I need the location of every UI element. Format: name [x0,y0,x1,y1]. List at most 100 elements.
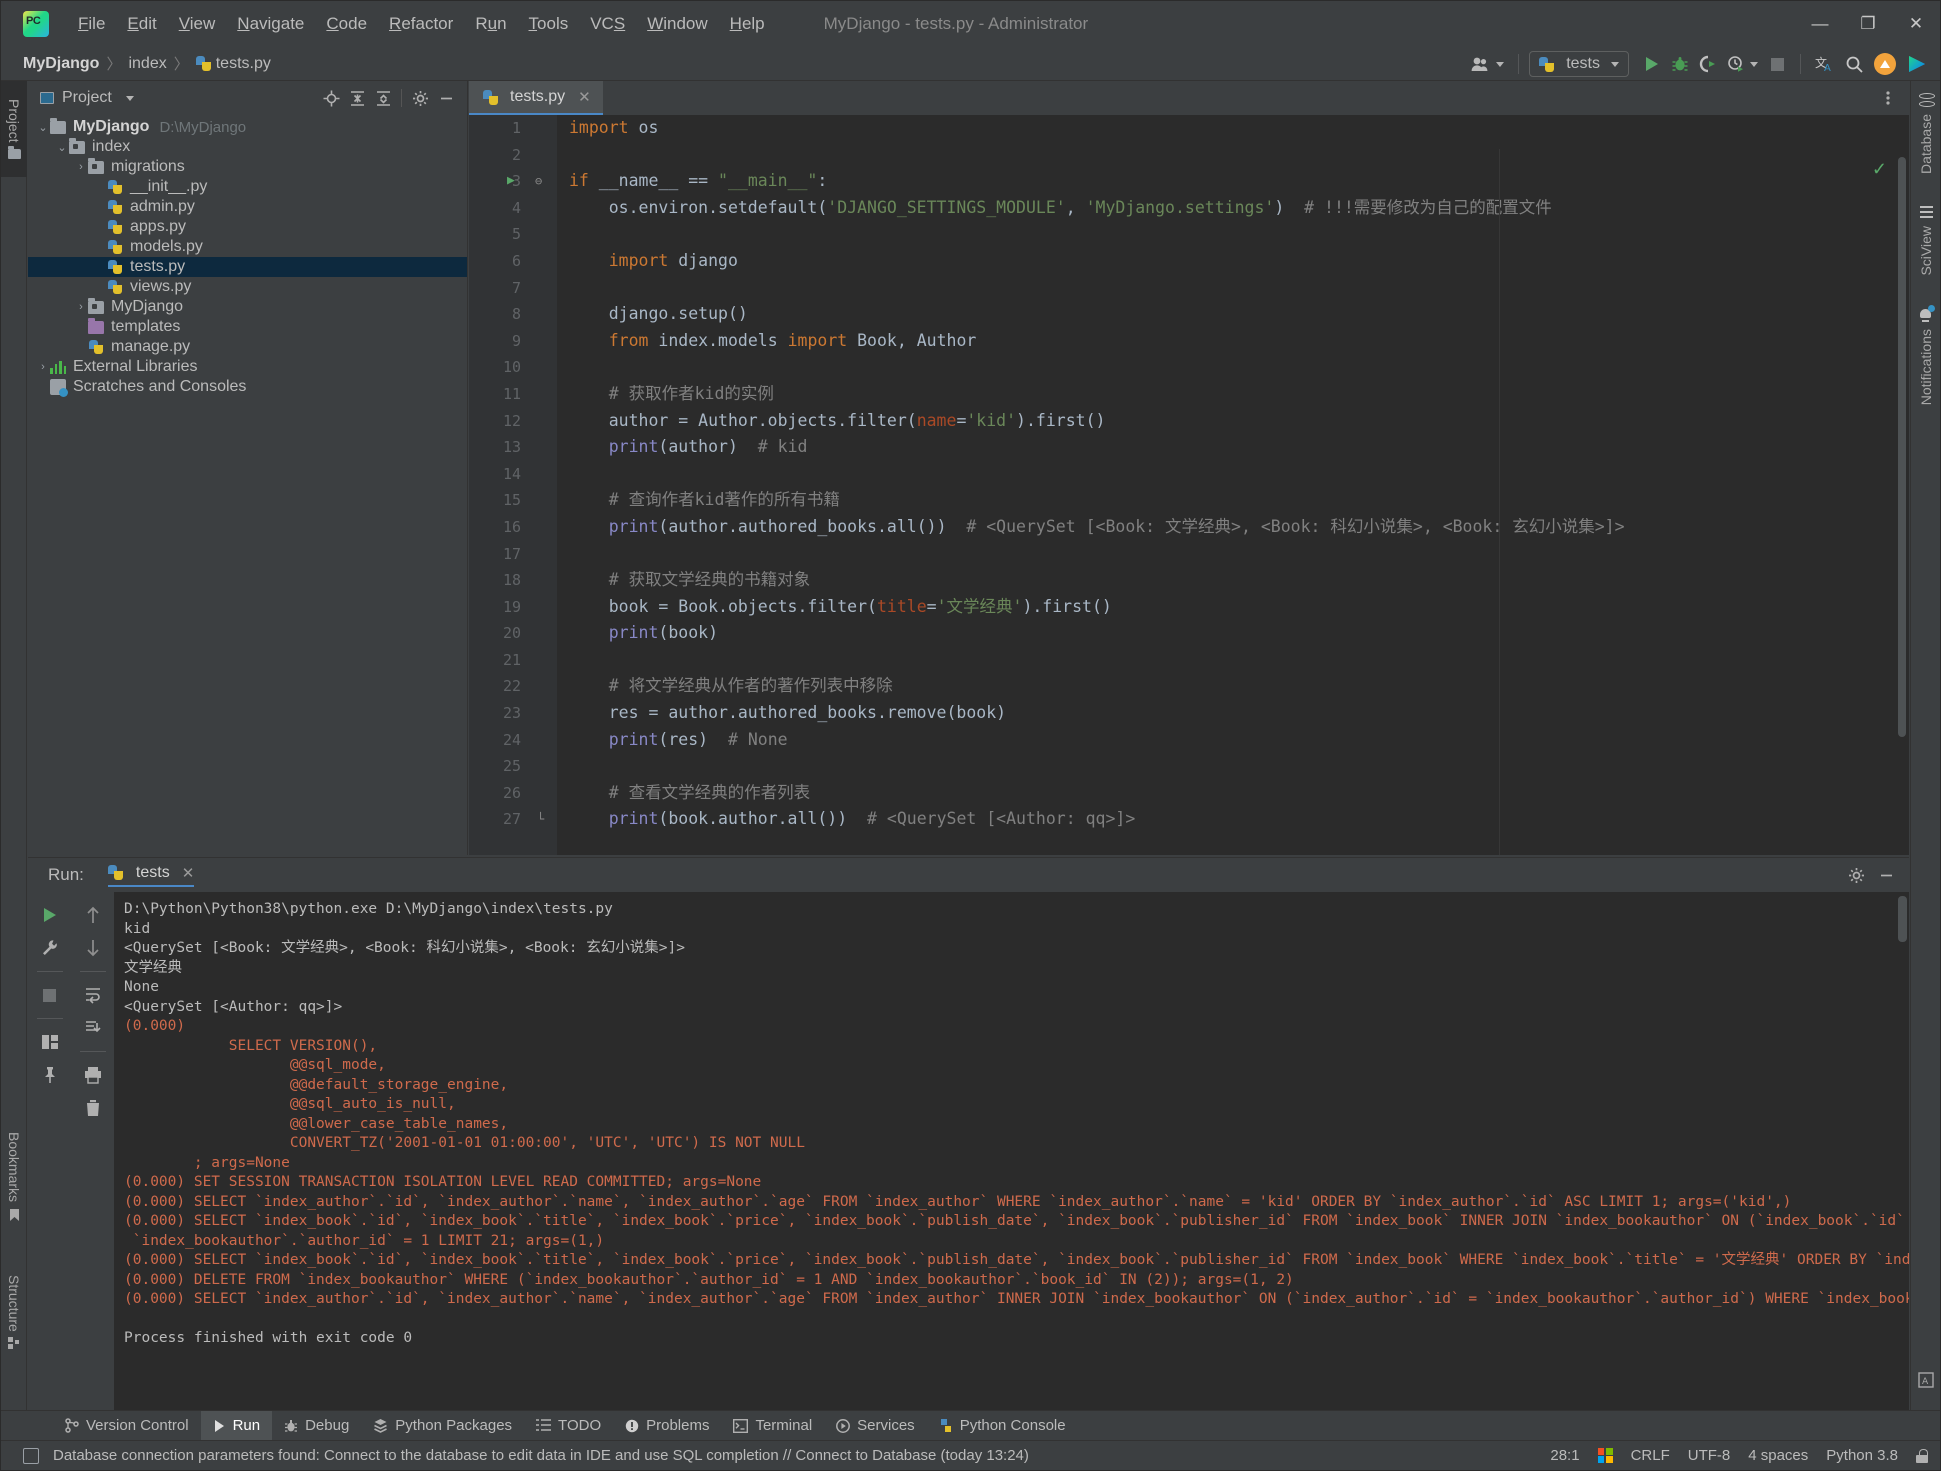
chevron-right-icon[interactable]: › [74,161,88,173]
bottom-tab-debug[interactable]: Debug [272,1411,361,1441]
maximize-button[interactable]: ❐ [1844,1,1892,47]
tree-item[interactable]: ›templates [28,317,467,337]
gutter-marker[interactable] [529,195,557,222]
gutter-run-icon[interactable]: ▶ [507,168,515,195]
line-separator[interactable]: CRLF [1631,1447,1670,1464]
code-line[interactable] [569,647,1909,674]
chevron-down-icon[interactable] [126,96,134,101]
run-button[interactable] [1639,51,1665,77]
gutter-marker[interactable] [529,514,557,541]
menu-run[interactable]: Run [464,10,517,38]
caret-position[interactable]: 28:1 [1550,1447,1579,1464]
gutter-marker[interactable] [529,700,557,727]
editor-tab-tests-py[interactable]: tests.py ✕ [469,81,603,115]
fold-collapse-icon[interactable]: ⊖ [535,168,542,195]
tree-item[interactable]: ›migrations [28,157,467,177]
rerun-button[interactable] [33,900,67,930]
gutter-marker[interactable] [529,408,557,435]
code-line[interactable]: res = author.authored_books.remove(book) [569,700,1909,727]
menu-navigate[interactable]: Navigate [226,10,315,38]
tree-item[interactable]: ›views.py [28,277,467,297]
editor-markup-bar[interactable] [1895,149,1909,855]
event-log-icon[interactable] [23,1448,39,1464]
user-avatar-icon[interactable] [1467,51,1508,77]
chevron-down-icon[interactable]: ⌄ [36,121,50,134]
sidebar-item-structure[interactable]: Structure [1,1252,27,1372]
sidebar-item-bookmarks[interactable]: Bookmarks [1,1112,27,1242]
fold-end-icon[interactable]: └ [537,806,544,833]
gutter-marker[interactable] [529,275,557,302]
close-button[interactable]: ✕ [1892,1,1940,47]
gutter-marker[interactable] [529,594,557,621]
update-icon[interactable] [1870,51,1900,77]
editor-options-icon[interactable] [1875,85,1901,111]
code-line[interactable]: print(book) [569,620,1909,647]
expand-all-icon[interactable] [344,85,370,111]
chevron-right-icon[interactable]: › [74,301,88,313]
code-line[interactable]: from index.models import Book, Author [569,328,1909,355]
gutter-marker[interactable] [529,328,557,355]
breadcrumb-project[interactable]: MyDjango [23,55,99,73]
tree-item[interactable]: ›models.py [28,237,467,257]
run-tab-tests[interactable]: tests ✕ [108,864,194,887]
gutter-marker[interactable]: ▶⊖ [529,168,557,195]
bottom-tab-terminal[interactable]: Terminal [721,1411,824,1441]
soft-wrap-icon[interactable] [76,980,110,1010]
code-line[interactable]: print(author) # kid [569,434,1909,461]
profile-button[interactable] [1723,51,1762,77]
bottom-tab-run[interactable]: Run [201,1411,273,1441]
code-line[interactable]: # 查询作者kid著作的所有书籍 [569,487,1909,514]
sidebar-item-project[interactable]: Project [1,81,27,177]
gutter-marker[interactable] [529,142,557,169]
lock-icon[interactable] [1916,1449,1928,1463]
locate-icon[interactable] [318,85,344,111]
settings-wrench-icon[interactable] [33,933,67,963]
windows-logo-icon[interactable] [1598,1448,1613,1463]
fold-gutter[interactable]: ▶⊖ └ [529,115,557,855]
sidebar-item-database[interactable]: Database [1911,81,1941,194]
code-line[interactable]: print(book.author.all()) # <QuerySet [<A… [569,806,1909,833]
stop-button[interactable] [1764,51,1790,77]
project-tree[interactable]: ⌄MyDjangoD:\MyDjango⌄index›migrations›__… [28,115,467,855]
scroll-to-end-icon[interactable] [76,1013,110,1043]
tree-item[interactable]: ›Scratches and Consoles [28,377,467,397]
gutter-marker[interactable] [529,780,557,807]
bottom-tab-services[interactable]: Services [824,1411,927,1441]
code-line[interactable] [569,541,1909,568]
sidebar-item-sciview[interactable]: SciView [1911,194,1941,296]
code-line[interactable]: # 获取作者kid的实例 [569,381,1909,408]
settings-gear-icon[interactable] [1843,862,1869,888]
code-line[interactable] [569,221,1909,248]
layout-icon[interactable] [33,1027,67,1057]
close-icon[interactable]: ✕ [182,864,195,882]
search-everywhere-icon[interactable] [1841,51,1868,77]
menu-help[interactable]: Help [719,10,776,38]
tree-item[interactable]: ›admin.py [28,197,467,217]
hide-panel-icon[interactable] [1873,862,1899,888]
scroll-up-icon[interactable] [76,900,110,930]
code-line[interactable]: # 获取文学经典的书籍对象 [569,567,1909,594]
code-line[interactable] [569,142,1909,169]
hide-panel-icon[interactable] [433,85,459,111]
console-scrollbar-thumb[interactable] [1898,896,1907,942]
gutter-marker[interactable] [529,221,557,248]
chevron-right-icon[interactable]: › [36,361,50,373]
editor-scrollbar-thumb[interactable] [1898,157,1906,737]
menu-view[interactable]: View [168,10,227,38]
menu-file[interactable]: File [67,10,116,38]
gutter-marker[interactable] [529,461,557,488]
feature-trainer-icon[interactable] [1902,51,1932,77]
bottom-tab-python-packages[interactable]: Python Packages [361,1411,524,1441]
code-line[interactable] [569,753,1909,780]
breadcrumb-file[interactable]: tests.py [216,55,271,73]
tree-item[interactable]: ›MyDjango [28,297,467,317]
gutter-marker[interactable] [529,115,557,142]
tree-item[interactable]: ⌄index [28,137,467,157]
debug-button[interactable] [1667,51,1693,77]
menu-edit[interactable]: Edit [116,10,167,38]
gutter-marker[interactable]: └ [529,806,557,833]
menu-code[interactable]: Code [315,10,378,38]
sidebar-item-word-book[interactable]: A [1911,1372,1941,1388]
gutter-marker[interactable] [529,248,557,275]
close-icon[interactable]: ✕ [578,88,591,106]
